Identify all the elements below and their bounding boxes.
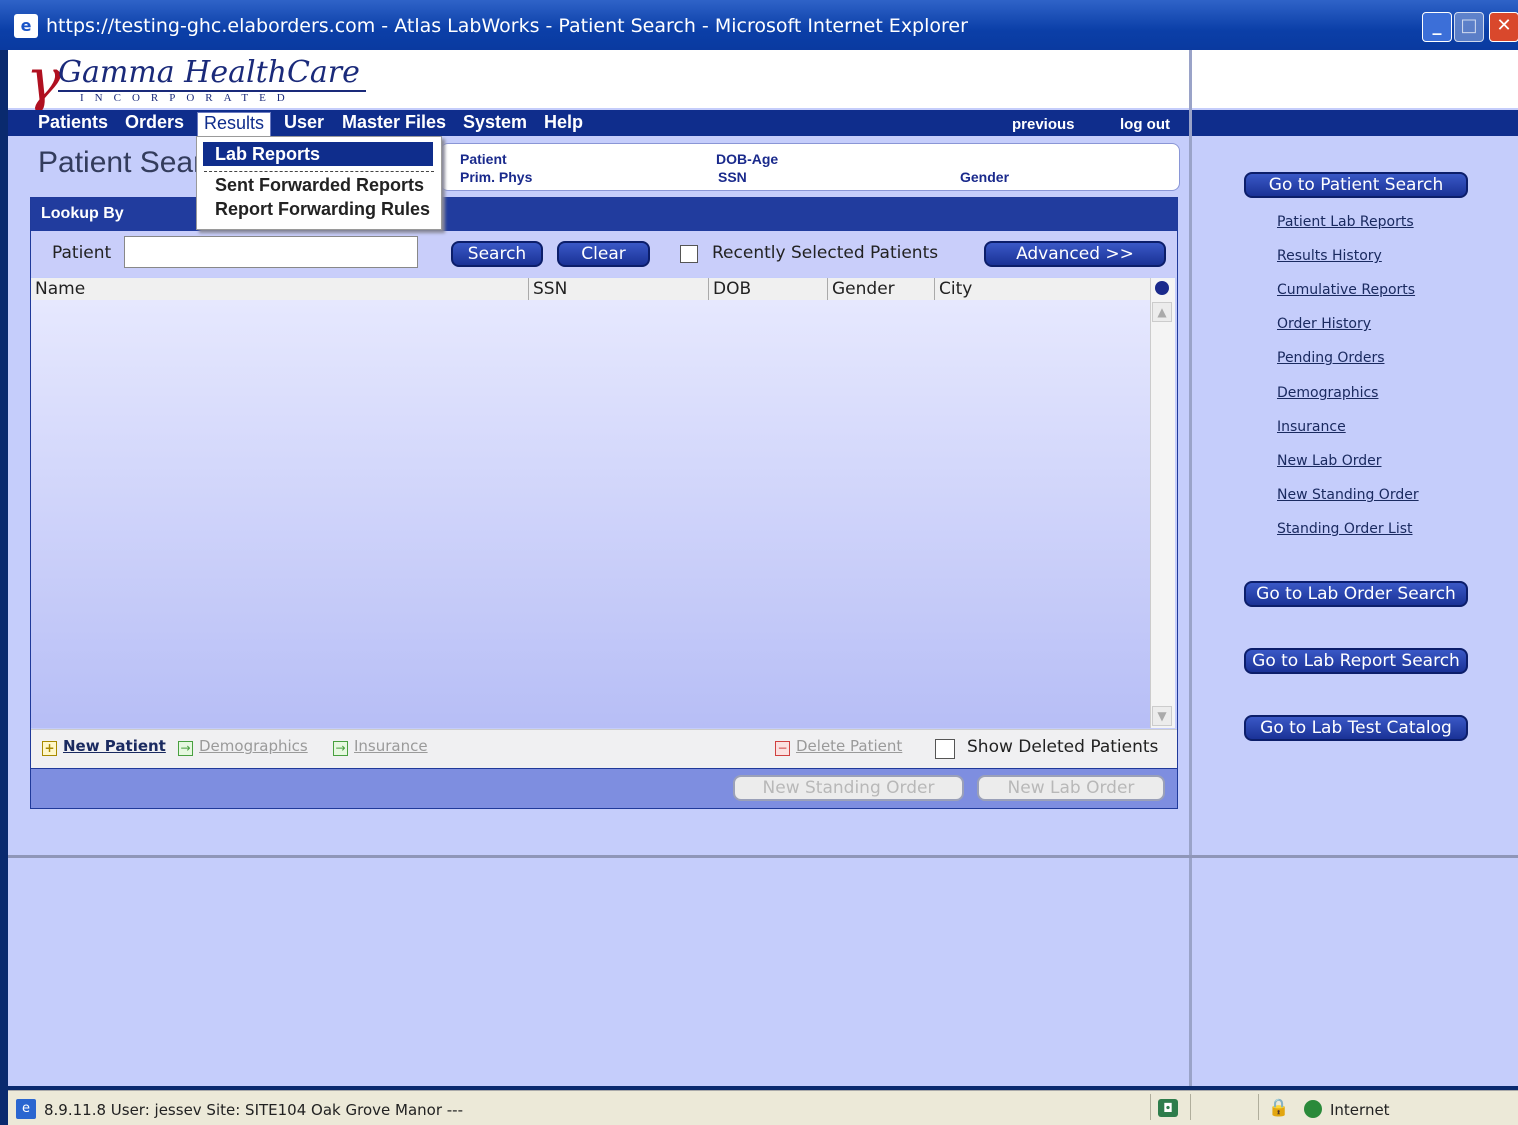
logo-gamma-icon: γ — [26, 46, 61, 114]
status-divider — [1190, 1094, 1191, 1120]
menu-orders[interactable]: Orders — [125, 112, 184, 133]
grid-scrollbar[interactable] — [1150, 278, 1175, 728]
link-new-lab-order[interactable]: New Lab Order — [1277, 453, 1382, 469]
arrow-right-icon: → — [178, 741, 193, 756]
info-patient-label: Patient — [460, 151, 507, 167]
lookup-title: Lookup By — [41, 205, 124, 222]
advanced-button[interactable]: Advanced >> — [984, 241, 1166, 267]
link-insurance[interactable]: Insurance — [1277, 419, 1346, 435]
patient-info-box — [440, 143, 1180, 191]
dropdown-divider — [204, 171, 434, 172]
col-gender[interactable]: Gender — [827, 278, 934, 300]
new-lab-order-button[interactable]: New Lab Order — [977, 775, 1165, 801]
menu-patients[interactable]: Patients — [38, 112, 108, 133]
globe-icon — [1304, 1100, 1322, 1118]
horizontal-splitter[interactable] — [8, 855, 1518, 858]
dropdown-item-report-forwarding-rules[interactable]: Report Forwarding Rules — [215, 199, 430, 220]
info-ssn-label: SSN — [718, 169, 747, 185]
new-standing-order-button[interactable]: New Standing Order — [733, 775, 964, 801]
link-results-history[interactable]: Results History — [1277, 248, 1382, 264]
demographics-link[interactable]: → Demographics — [178, 737, 308, 756]
vertical-splitter[interactable] — [1189, 50, 1192, 1086]
dropdown-item-lab-reports[interactable]: Lab Reports — [203, 142, 433, 166]
right-header-area — [1192, 50, 1518, 108]
demographics-label: Demographics — [199, 737, 308, 755]
col-city[interactable]: City — [934, 278, 1149, 300]
col-ssn[interactable]: SSN — [528, 278, 707, 300]
menu-master-files[interactable]: Master Files — [342, 112, 446, 133]
menu-help[interactable]: Help — [544, 112, 583, 133]
go-lab-test-catalog-button[interactable]: Go to Lab Test Catalog — [1244, 715, 1468, 741]
info-dob-age-label: DOB-Age — [716, 151, 779, 167]
column-chooser-icon[interactable] — [1155, 281, 1169, 295]
go-patient-search-button[interactable]: Go to Patient Search — [1244, 172, 1468, 198]
recently-selected-checkbox[interactable] — [680, 245, 698, 263]
show-deleted-checkbox[interactable] — [935, 739, 955, 759]
recently-selected-label: Recently Selected Patients — [712, 243, 939, 263]
insurance-label: Insurance — [354, 737, 428, 755]
menu-results[interactable]: Results — [197, 112, 272, 137]
link-standing-order-list[interactable]: Standing Order List — [1277, 521, 1413, 537]
logo-inc: INCORPORATED — [80, 92, 296, 104]
scroll-up-icon[interactable]: ▲ — [1152, 302, 1172, 322]
dropdown-item-sent-forwarded-reports[interactable]: Sent Forwarded Reports — [215, 175, 424, 196]
popup-blocker-icon[interactable]: ◘ — [1158, 1099, 1178, 1117]
delete-patient-link[interactable]: − Delete Patient — [775, 737, 902, 756]
link-order-history[interactable]: Order History — [1277, 316, 1371, 332]
col-name[interactable]: Name — [31, 278, 527, 300]
link-cumulative-reports[interactable]: Cumulative Reports — [1277, 282, 1415, 298]
scroll-down-icon[interactable]: ▼ — [1152, 706, 1172, 726]
logo-name: Gamma HealthCare — [58, 55, 366, 92]
info-gender-label: Gender — [960, 169, 1010, 185]
lock-icon[interactable]: 🔒 — [1268, 1098, 1289, 1118]
ie-icon: e — [14, 14, 38, 38]
close-button[interactable]: ✕ — [1489, 12, 1518, 42]
window-title: https://testing-ghc.elaborders.com - Atl… — [46, 15, 968, 37]
patient-search-input[interactable] — [124, 236, 418, 268]
page-icon: e — [16, 1099, 36, 1119]
status-divider — [1258, 1094, 1259, 1120]
grid-body — [31, 300, 1150, 728]
show-deleted-label: Show Deleted Patients — [967, 737, 1159, 757]
previous-link[interactable]: previous — [1012, 116, 1075, 133]
logout-link[interactable]: log out — [1120, 116, 1170, 133]
insurance-link[interactable]: → Insurance — [333, 737, 428, 756]
link-pending-orders[interactable]: Pending Orders — [1277, 350, 1385, 366]
status-divider — [1150, 1094, 1151, 1120]
info-prim-phys-label: Prim. Phys — [460, 169, 533, 185]
zone-label: Internet — [1330, 1101, 1390, 1119]
patient-field-label: Patient — [52, 243, 112, 263]
go-lab-report-search-button[interactable]: Go to Lab Report Search — [1244, 648, 1468, 674]
link-demographics[interactable]: Demographics — [1277, 385, 1378, 401]
minimize-button[interactable]: _ — [1422, 12, 1452, 42]
search-button[interactable]: Search — [451, 241, 543, 267]
menu-system[interactable]: System — [463, 112, 527, 133]
plus-icon: + — [42, 741, 57, 756]
minus-icon: − — [775, 741, 790, 756]
clear-button[interactable]: Clear — [557, 241, 650, 267]
new-patient-link[interactable]: + New Patient — [42, 737, 166, 756]
col-dob[interactable]: DOB — [708, 278, 827, 300]
status-text: 8.9.11.8 User: jessev Site: SITE104 Oak … — [44, 1101, 463, 1119]
new-patient-label: New Patient — [63, 737, 166, 755]
arrow-right-icon: → — [333, 741, 348, 756]
menu-user[interactable]: User — [284, 112, 324, 133]
link-patient-lab-reports[interactable]: Patient Lab Reports — [1277, 214, 1414, 230]
link-new-standing-order[interactable]: New Standing Order — [1277, 487, 1419, 503]
go-lab-order-search-button[interactable]: Go to Lab Order Search — [1244, 581, 1468, 607]
maximize-button[interactable]: □ — [1454, 12, 1484, 42]
delete-patient-label: Delete Patient — [796, 737, 903, 755]
